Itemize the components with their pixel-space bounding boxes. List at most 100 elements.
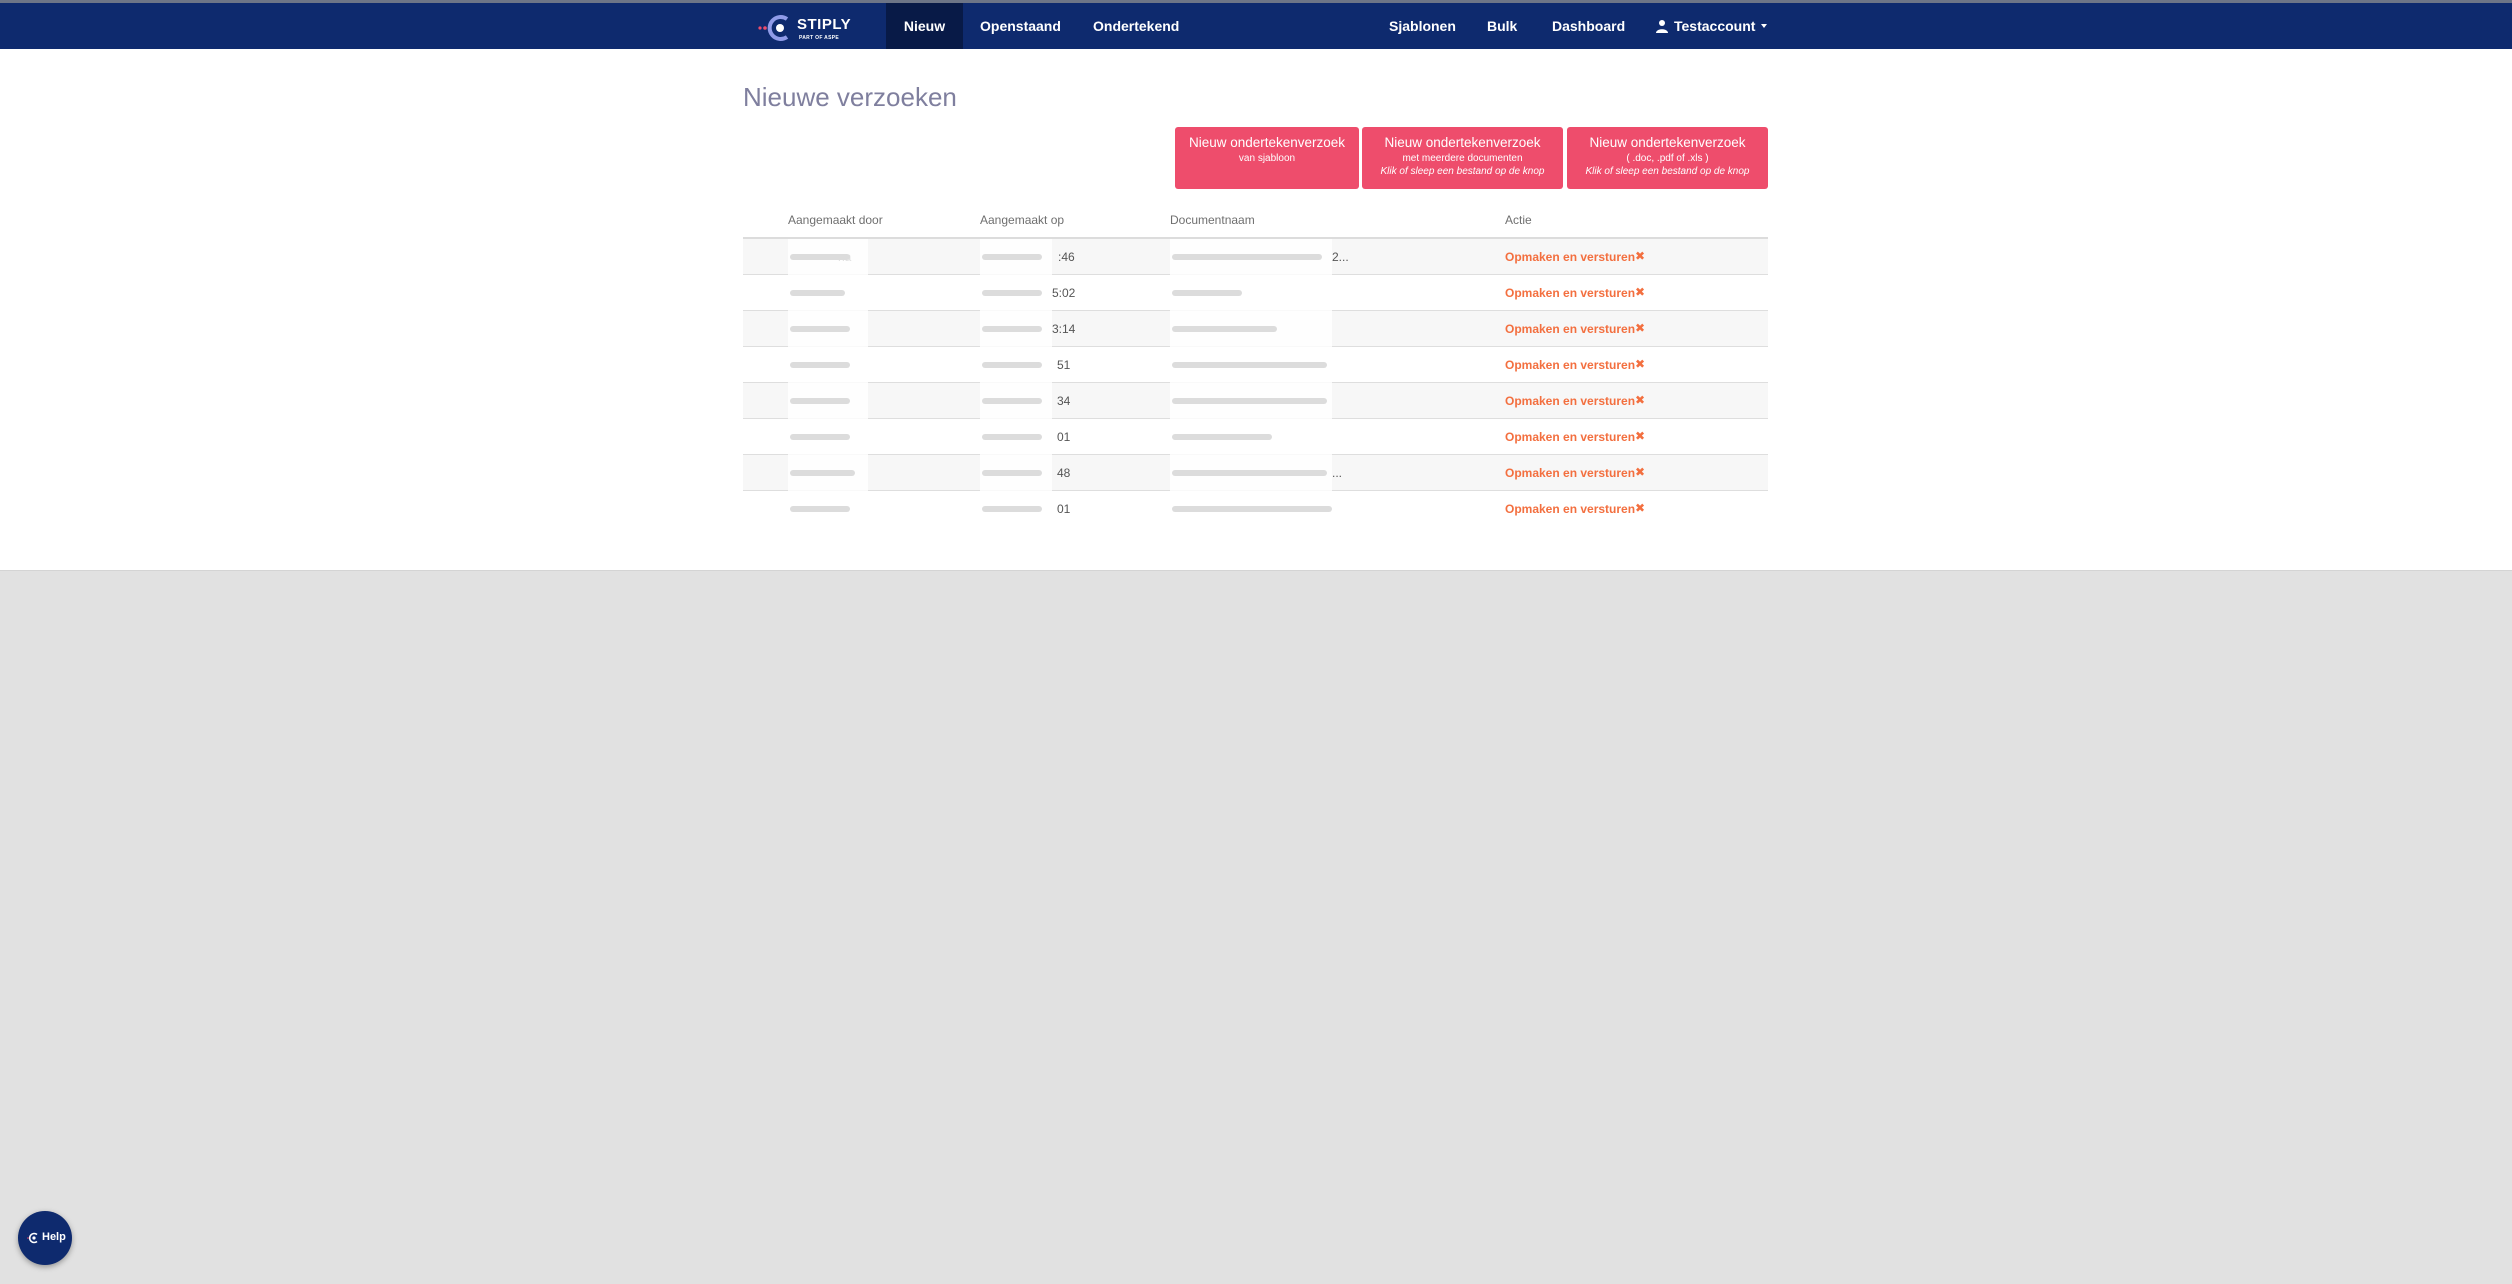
redacted-area — [1170, 383, 1332, 419]
delete-icon[interactable]: ✖ — [1635, 393, 1645, 407]
cell-created-on: 51 — [1057, 358, 1071, 372]
redacted-area — [1170, 491, 1332, 527]
nav-dashboard-label: Dashboard — [1552, 18, 1626, 34]
button-hint-label: Klik of sleep een bestand op de knop — [1380, 166, 1545, 177]
button-main-label: Nieuw ondertekenverzoek — [1384, 135, 1541, 150]
nav-openstaand-label: Openstaand — [980, 18, 1061, 34]
delete-icon[interactable]: ✖ — [1635, 285, 1645, 299]
delete-icon[interactable]: ✖ — [1635, 429, 1645, 443]
nav-openstaand[interactable]: Openstaand — [980, 3, 1061, 49]
nav-sjablonen[interactable]: Sjablonen — [1389, 3, 1456, 49]
cell-created-on: 34 — [1057, 394, 1071, 408]
account-name: Testaccount — [1674, 18, 1756, 34]
redacted-area — [788, 347, 868, 383]
main-content: Nieuwe verzoeken Nieuw ondertekenverzoek… — [0, 49, 2512, 571]
cell-created-on: 01 — [1057, 430, 1071, 444]
table-row: 5:02 Opmaken en versturen ✖ — [743, 275, 1768, 311]
redacted-area — [788, 419, 868, 455]
button-sub-label: ( .doc, .pdf of .xls ) — [1626, 153, 1709, 164]
redacted-area — [788, 491, 868, 527]
table-row: na :46 2... Opmaken en versturen ✖ — [743, 239, 1768, 275]
column-header-created-on[interactable]: Aangemaakt op — [980, 213, 1064, 227]
table-row: 34 Opmaken en versturen ✖ — [743, 383, 1768, 419]
cell-document: 2... — [1332, 250, 1349, 264]
redacted-area — [788, 455, 868, 491]
table-row: 01 Opmaken en versturen ✖ — [743, 419, 1768, 455]
new-request-multiple-documents-button[interactable]: Nieuw ondertekenverzoek met meerdere doc… — [1362, 127, 1563, 189]
redacted-area — [788, 275, 868, 311]
new-request-upload-button[interactable]: Nieuw ondertekenverzoek ( .doc, .pdf of … — [1567, 127, 1768, 189]
delete-icon[interactable]: ✖ — [1635, 321, 1645, 335]
help-label: Help — [42, 1231, 66, 1243]
cell-created-on: 3:14 — [1052, 322, 1076, 336]
user-icon — [1656, 20, 1668, 33]
redacted-area — [980, 491, 1052, 527]
nav-bulk-label: Bulk — [1487, 18, 1518, 34]
redacted-area — [788, 383, 868, 419]
delete-icon[interactable]: ✖ — [1635, 357, 1645, 371]
button-main-label: Nieuw ondertekenverzoek — [1188, 135, 1346, 150]
nav-nieuw-label: Nieuw — [903, 18, 946, 34]
nav-sjablonen-label: Sjablonen — [1389, 18, 1456, 34]
compose-and-send-link[interactable]: Opmaken en versturen — [1505, 466, 1635, 480]
redacted-area — [1170, 419, 1332, 455]
new-request-from-template-button[interactable]: Nieuw ondertekenverzoek van sjabloon — [1175, 127, 1359, 189]
cell-created-on: 5:02 — [1052, 286, 1076, 300]
stiply-help-icon — [27, 1232, 38, 1244]
delete-icon[interactable]: ✖ — [1635, 465, 1645, 479]
redacted-area — [980, 275, 1052, 311]
column-header-action: Actie — [1505, 213, 1532, 227]
delete-icon[interactable]: ✖ — [1635, 501, 1645, 515]
table-row: 01 Opmaken en versturen ✖ — [743, 491, 1768, 527]
caret-down-icon — [1761, 24, 1768, 28]
redacted-area — [1170, 311, 1332, 347]
compose-and-send-link[interactable]: Opmaken en versturen — [1505, 286, 1635, 300]
column-header-document[interactable]: Documentnaam — [1170, 213, 1255, 227]
table-row: 51 Opmaken en versturen ✖ — [743, 347, 1768, 383]
cell-created-on: :46 — [1058, 250, 1075, 264]
button-sub-label: van sjabloon — [1238, 153, 1296, 164]
redacted-area — [980, 347, 1052, 383]
compose-and-send-link[interactable]: Opmaken en versturen — [1505, 322, 1635, 336]
redacted-area — [1170, 239, 1332, 275]
delete-icon[interactable]: ✖ — [1635, 249, 1645, 263]
redacted-area — [980, 419, 1052, 455]
redacted-area — [788, 311, 868, 347]
page-title: Nieuwe verzoeken — [743, 82, 957, 112]
brand-name: STIPLY — [797, 16, 852, 33]
cell-created-on: 48 — [1057, 466, 1071, 480]
nav-nieuw[interactable]: Nieuw — [886, 3, 963, 49]
redacted-area — [1170, 347, 1332, 383]
redacted-area — [980, 455, 1052, 491]
brand-tagline: PART OF ASPE — [799, 35, 839, 41]
redacted-area — [1170, 275, 1332, 311]
help-button[interactable]: Help — [18, 1211, 72, 1265]
table-row: 3:14 Opmaken en versturen ✖ — [743, 311, 1768, 347]
table-row: 48 ... Opmaken en versturen ✖ — [743, 455, 1768, 491]
redacted-area — [980, 311, 1052, 347]
button-sub-label: met meerdere documenten — [1402, 153, 1523, 164]
top-navbar: STIPLY PART OF ASPE Nieuw Openstaand Ond… — [0, 3, 2512, 49]
table-header: Aangemaakt door Aangemaakt op Documentna… — [743, 204, 1768, 239]
stiply-logo-icon — [758, 15, 789, 41]
redacted-area — [980, 383, 1052, 419]
redacted-area — [788, 239, 868, 275]
nav-ondertekend-label: Ondertekend — [1093, 18, 1180, 34]
requests-table: Aangemaakt door Aangemaakt op Documentna… — [743, 204, 1768, 527]
redacted-area — [980, 239, 1052, 275]
compose-and-send-link[interactable]: Opmaken en versturen — [1505, 394, 1635, 408]
nav-dashboard[interactable]: Dashboard — [1552, 3, 1625, 49]
account-dropdown[interactable]: Testaccount — [1655, 3, 1768, 49]
stiply-logo[interactable]: STIPLY PART OF ASPE — [757, 11, 872, 43]
column-header-created-by[interactable]: Aangemaakt door — [788, 213, 883, 227]
nav-ondertekend[interactable]: Ondertekend — [1093, 3, 1179, 49]
compose-and-send-link[interactable]: Opmaken en versturen — [1505, 250, 1635, 264]
compose-and-send-link[interactable]: Opmaken en versturen — [1505, 502, 1635, 516]
nav-bulk[interactable]: Bulk — [1487, 3, 1517, 49]
compose-and-send-link[interactable]: Opmaken en versturen — [1505, 358, 1635, 372]
button-main-label: Nieuw ondertekenverzoek — [1589, 135, 1746, 150]
cell-created-on: 01 — [1057, 502, 1071, 516]
button-hint-label: Klik of sleep een bestand op de knop — [1585, 166, 1750, 177]
compose-and-send-link[interactable]: Opmaken en versturen — [1505, 430, 1635, 444]
cell-document: ... — [1332, 466, 1343, 480]
